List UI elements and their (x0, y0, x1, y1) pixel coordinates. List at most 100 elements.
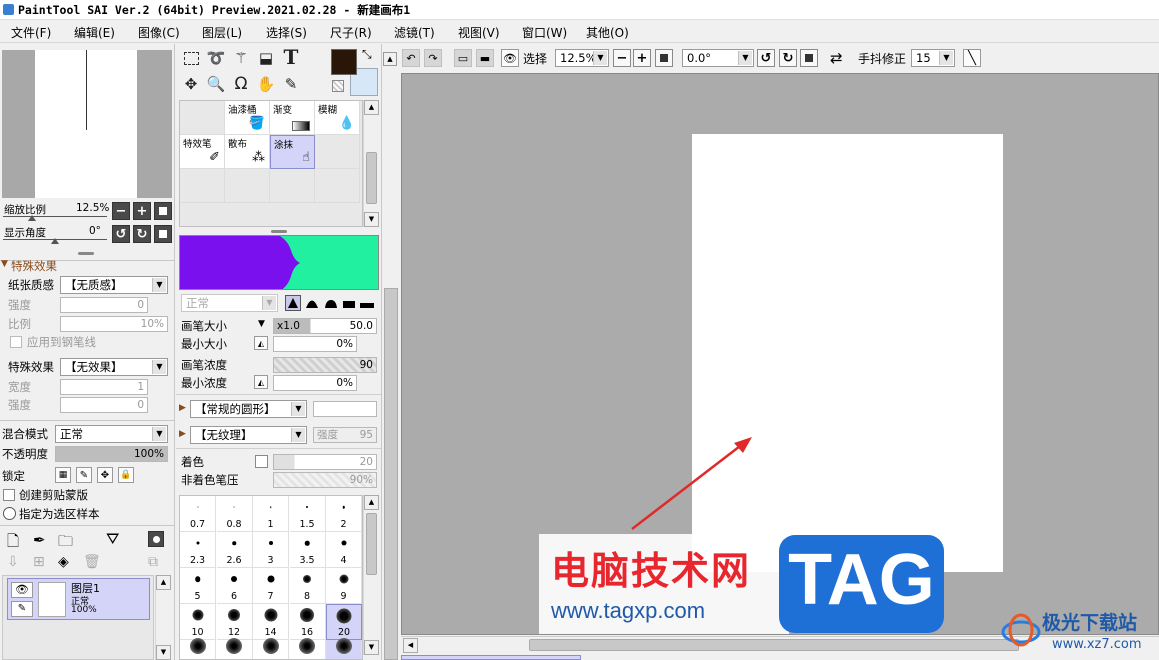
toolbar-zoom-out-button[interactable]: − (613, 49, 631, 67)
panel-splitter[interactable]: ▲ (383, 44, 400, 660)
brush-size-cell[interactable]: 4 (326, 532, 362, 568)
brush-mode-select[interactable]: 正常 ▼ (181, 294, 278, 312)
selection-sample-radio[interactable] (3, 507, 16, 520)
size-dropdown-icon[interactable]: ▼ (258, 319, 265, 329)
scroll-thumb[interactable] (366, 152, 377, 204)
brush-size-cell[interactable]: 2 (326, 496, 362, 532)
brush-size-cell[interactable]: 12 (216, 604, 253, 640)
brush-size-cell[interactable]: 0.7 (180, 496, 216, 532)
tip-flat-icon[interactable] (359, 295, 375, 311)
clear-layer-icon[interactable]: ◈ (58, 554, 69, 570)
rotate-icon[interactable]: Ω (230, 73, 252, 95)
deselect-icon[interactable]: ▭ (454, 49, 472, 67)
layer-effect-icon[interactable]: ⛛ (106, 529, 119, 549)
brush-size-cell[interactable]: 16 (289, 604, 326, 640)
rect-select-icon[interactable] (180, 47, 202, 69)
primary-color-swatch[interactable] (331, 49, 357, 75)
hand-icon[interactable]: ✋ (255, 73, 277, 95)
scroll-thumb[interactable] (366, 513, 377, 575)
width-field[interactable]: 1 (60, 379, 148, 395)
brush-size-cell[interactable]: 2.6 (216, 532, 253, 568)
brush-size-cell[interactable] (180, 638, 216, 659)
brush-size-cell[interactable] (326, 638, 362, 659)
brush-slot-empty[interactable] (315, 135, 360, 169)
tip-round-icon[interactable] (304, 295, 320, 311)
scroll-thumb[interactable] (529, 639, 1019, 651)
tip-flat-round-icon[interactable] (323, 295, 339, 311)
merge-down-icon[interactable]: ⊞ (33, 554, 45, 570)
pencil-icon[interactable]: ✎ (11, 601, 33, 617)
brush-size-cell[interactable]: 3 (253, 532, 289, 568)
eyedropper-icon[interactable]: ✎ (280, 73, 302, 95)
menu-ruler[interactable]: 尺子(R) (330, 24, 372, 41)
swap-colors-icon[interactable]: ⤡ (362, 47, 372, 62)
new-folder-icon[interactable]: 🗀 (58, 531, 73, 556)
angle-select[interactable]: 0.0° ▼ (682, 49, 754, 67)
toolbar-rotate-reset-button[interactable] (800, 49, 818, 67)
lock-all-icon[interactable]: 🔒 (118, 467, 134, 483)
lasso-icon[interactable]: ➰ (205, 47, 227, 69)
tip-sharp-icon[interactable] (285, 295, 301, 311)
min-size-slider[interactable]: 0% (273, 336, 357, 352)
transfer-down-icon[interactable]: ⇩ (7, 554, 19, 570)
expand-arrow-icon[interactable]: ▶ (179, 403, 186, 413)
brush-size-cell[interactable]: 5 (180, 568, 216, 604)
layer-mask-button[interactable] (148, 531, 164, 547)
brush-size-cell[interactable] (289, 638, 326, 659)
brush-scatter[interactable]: 散布 ⁂ (225, 135, 270, 169)
invert-selection-icon[interactable]: ▬ (476, 49, 494, 67)
apply-pen-checkbox[interactable] (10, 336, 22, 348)
zoom-out-button[interactable]: − (112, 202, 130, 220)
brush-size-cell[interactable] (216, 638, 253, 659)
select-pen-icon[interactable]: ⬓ (255, 47, 277, 69)
menu-window[interactable]: 窗口(W) (522, 24, 567, 41)
canvas-tab[interactable] (401, 655, 581, 660)
zoom-select[interactable]: 12.5% ▼ (555, 49, 609, 67)
pressure-density-icon[interactable]: ◭ (254, 375, 268, 389)
scroll-up-icon[interactable]: ▲ (364, 100, 379, 115)
redo-icon[interactable]: ↷ (424, 49, 442, 67)
layer-scrollbar[interactable]: ▲ ▼ (155, 575, 171, 660)
brush-bucket[interactable]: 油漆桶 🪣 (225, 101, 270, 135)
brush-size-cell[interactable]: 20 (326, 604, 362, 640)
undo-icon[interactable]: ↶ (402, 49, 420, 67)
coloring-checkbox[interactable] (255, 455, 268, 468)
toolbar-zoom-reset-button[interactable] (655, 49, 673, 67)
brush-shape-select[interactable]: 【常规的圆形】 ▼ (190, 400, 307, 418)
brush-size-cell[interactable]: 9 (326, 568, 362, 604)
effect-select[interactable]: 【无效果】 ▼ (60, 358, 168, 376)
pressure-size-icon[interactable]: ◭ (254, 336, 268, 350)
brush-slot-empty[interactable] (180, 169, 225, 203)
brush-blur[interactable]: 模糊 💧 (315, 101, 360, 135)
zoom-slider[interactable] (3, 216, 107, 217)
brush-size-cell[interactable]: 7 (253, 568, 289, 604)
stabilizer-select[interactable]: 15 ▼ (911, 49, 955, 67)
menu-layer[interactable]: 图层(L) (202, 24, 242, 41)
opacity-slider[interactable]: 100% (55, 446, 168, 462)
scroll-left-icon[interactable]: ◀ (403, 638, 418, 653)
straight-line-icon[interactable]: ╲ (963, 49, 981, 67)
brush-shape-field[interactable] (313, 401, 377, 417)
angle-slider-handle[interactable] (51, 238, 59, 244)
menu-filter[interactable]: 滤镜(T) (394, 24, 435, 41)
brush-size-slider[interactable]: x1.0 50.0 (273, 318, 377, 334)
brush-slot-empty[interactable] (225, 169, 270, 203)
toolbar-rotate-cw-button[interactable]: ↻ (779, 49, 797, 67)
blend-mode-select[interactable]: 正常 ▼ (55, 425, 168, 443)
brush-slot-empty[interactable] (270, 169, 315, 203)
toolbar-zoom-in-button[interactable]: + (633, 49, 651, 67)
panel-grip[interactable] (78, 252, 94, 255)
texture-strength-field[interactable]: 强度 95 (313, 427, 377, 443)
zoom-in-button[interactable]: + (133, 202, 151, 220)
scroll-down-icon[interactable]: ▼ (364, 640, 379, 655)
delete-layer-icon[interactable]: 🗑 (83, 554, 101, 570)
brush-size-cell[interactable]: 1.5 (289, 496, 326, 532)
eye-icon[interactable]: 👁 (11, 582, 33, 598)
transparent-color-icon[interactable] (332, 80, 344, 92)
special-effects-header[interactable]: 特殊效果 (11, 258, 57, 274)
coloring-slider[interactable]: 20 (273, 454, 377, 470)
noncolor-pressure-slider[interactable]: 90% (273, 472, 377, 488)
scroll-up-icon[interactable]: ▲ (383, 52, 397, 66)
zoom-reset-button[interactable] (154, 202, 172, 220)
lock-transparency-icon[interactable]: ▦ (55, 467, 71, 483)
